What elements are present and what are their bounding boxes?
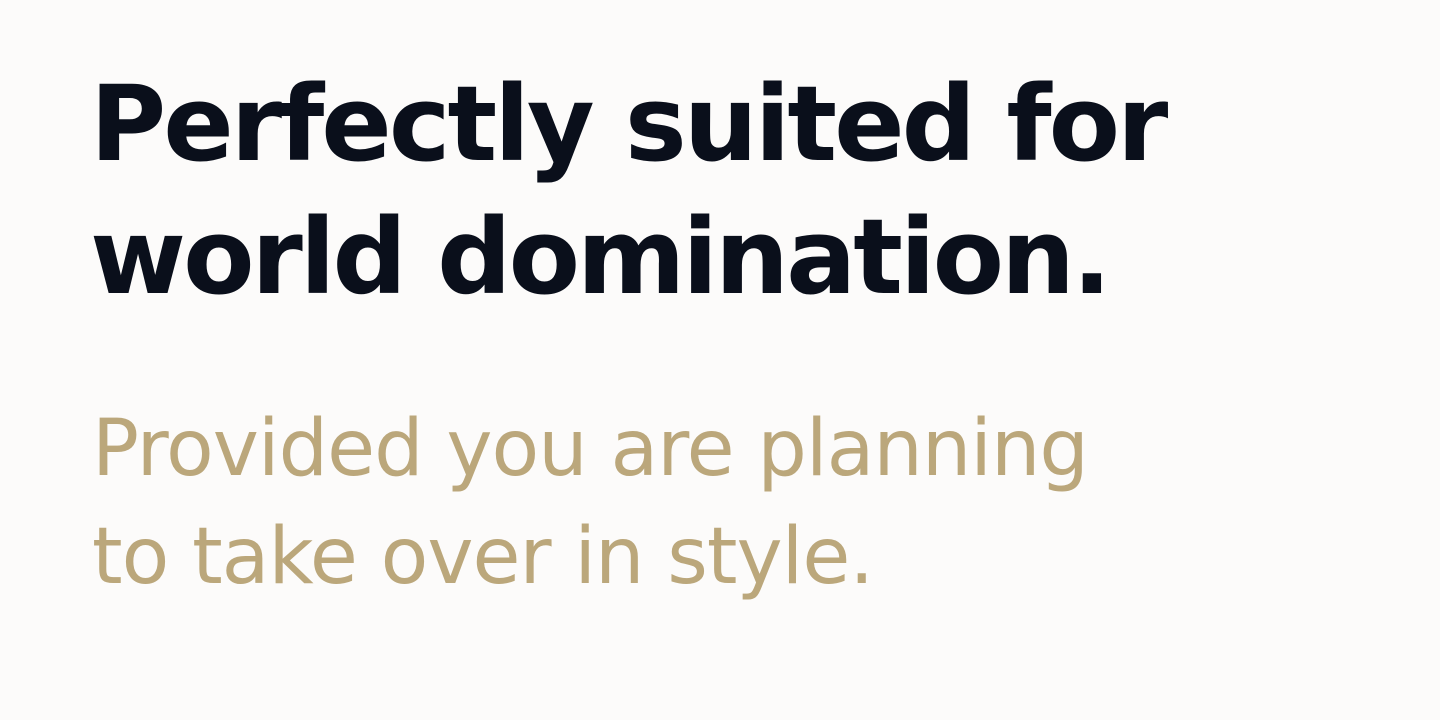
hero-headline-line-1: Perfectly suited for: [90, 63, 1168, 185]
hero-headline: Perfectly suited for world domination.: [90, 58, 1168, 324]
hero-subheading: Provided you are planning to take over i…: [92, 395, 1089, 611]
hero-headline-line-2: world domination.: [90, 196, 1112, 318]
hero-section: Perfectly suited for world domination. P…: [0, 0, 1440, 720]
hero-subheading-line-2: to take over in style.: [92, 512, 874, 602]
hero-subheading-line-1: Provided you are planning: [92, 404, 1089, 494]
